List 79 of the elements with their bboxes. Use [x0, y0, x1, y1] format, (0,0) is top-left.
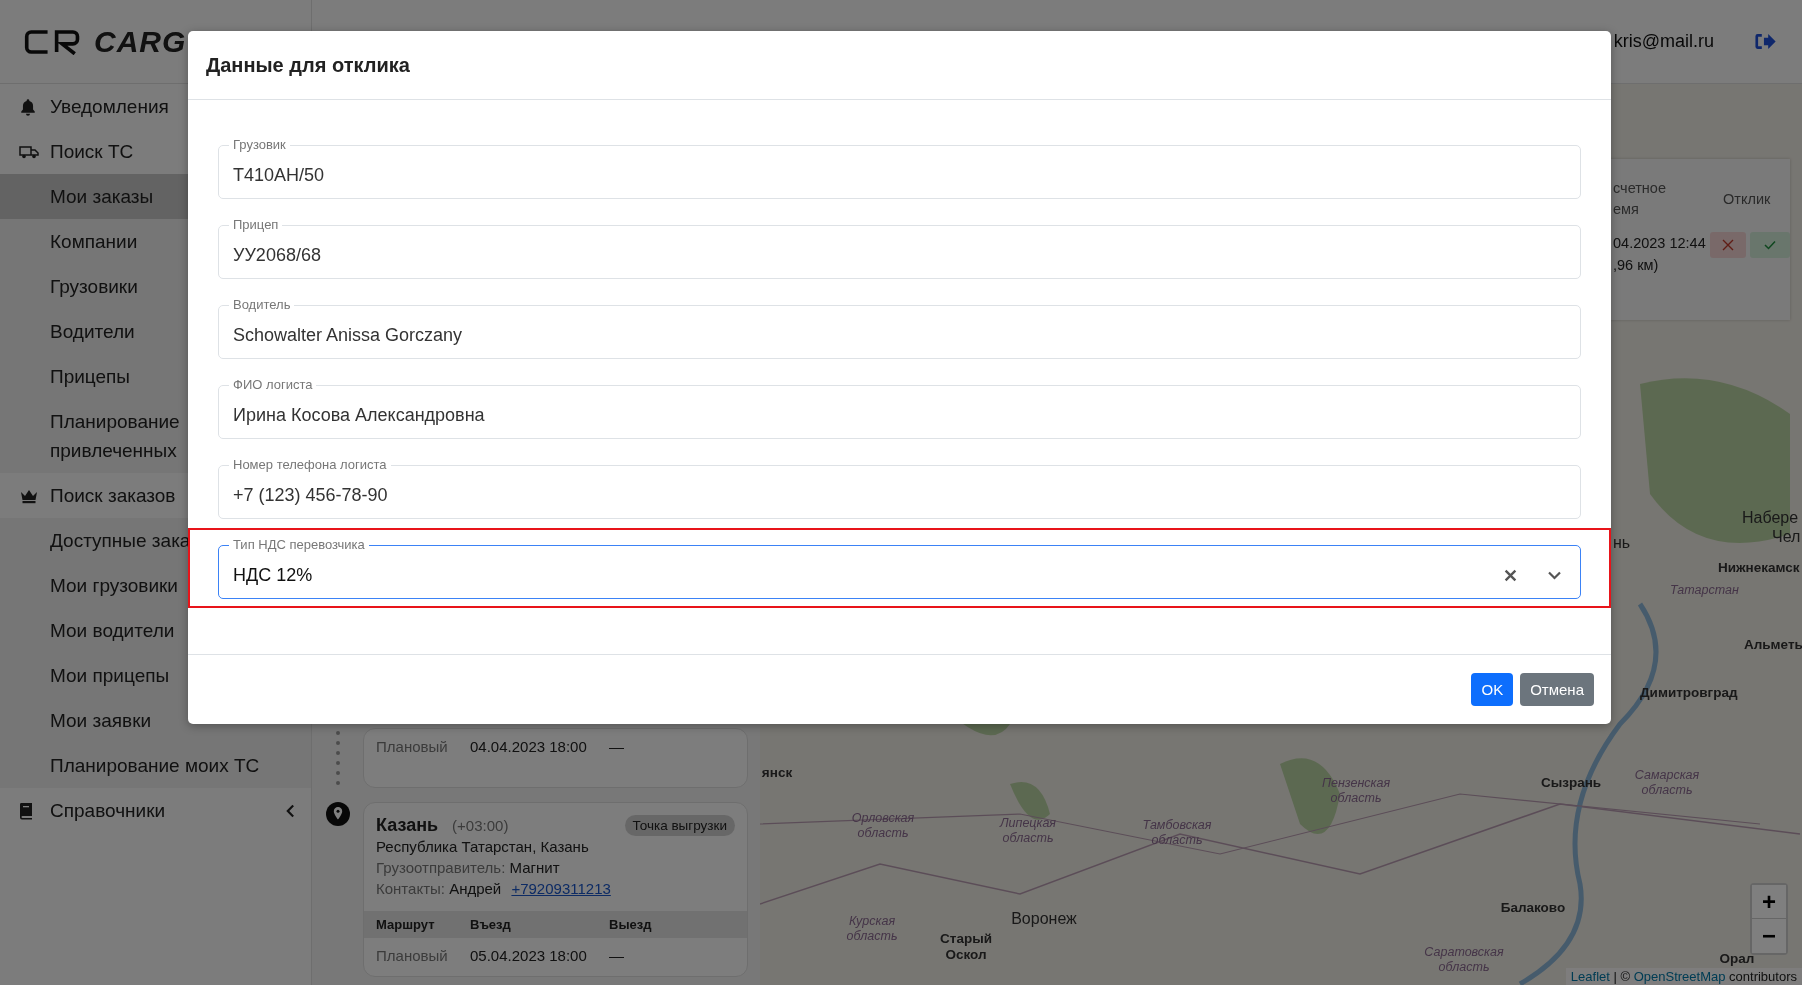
table-cell-text: Плановый [376, 947, 449, 964]
map-label: Балаково [1500, 900, 1566, 916]
chevron-left-icon [286, 804, 295, 817]
field-label: Прицеп [232, 217, 280, 233]
table-cell-text: 05.04.2023 18:00 [470, 947, 588, 964]
cancel-button[interactable]: Отмена [1520, 673, 1594, 706]
sidebar-item[interactable]: Планирование моих ТС [0, 743, 311, 788]
select-field[interactable]: Тип НДС перевозчика НДС 12% [218, 537, 1581, 599]
map-label: Тамбовская область [1142, 818, 1212, 848]
map-attribution: Leaflet | © OpenStreetMap contributors [1565, 968, 1802, 985]
user-email: kris@mail.ru [1613, 31, 1714, 52]
input-field[interactable]: Водитель Schowalter Anissa Gorczany [218, 297, 1581, 359]
timeline-dots [334, 728, 341, 788]
table-cell-text: 04.04.2023 18:00 [470, 738, 588, 755]
map-label: нь [1613, 534, 1631, 552]
map-label: янск [761, 765, 793, 781]
column-header: Выезд [609, 917, 652, 932]
map-label: Орал [1719, 951, 1755, 967]
stop-type-badge: Точка выгрузки [624, 815, 735, 836]
table-cell-text: 04.2023 12:44 ,96 км) [1613, 234, 1707, 275]
phone-link[interactable]: +79209311213 [511, 880, 611, 897]
map-label: Липецкая область [1000, 816, 1056, 846]
bell-icon [19, 97, 37, 116]
check-icon [1764, 240, 1776, 250]
chevron-down-icon[interactable] [1547, 571, 1562, 580]
map-label: Воронеж [1011, 910, 1077, 928]
input-field[interactable]: ФИО логиста Ирина Косова Александровна [218, 377, 1581, 439]
reject-button[interactable] [1710, 232, 1746, 258]
map-label: Саратовская область [1424, 945, 1504, 975]
forest-area [1010, 782, 1050, 820]
map-label: Димитровград [1640, 685, 1738, 701]
table-cell: — [609, 947, 624, 964]
table-cell: — [609, 738, 624, 755]
close-icon [1722, 239, 1734, 251]
map-label: Альметь [1744, 637, 1802, 653]
logout-icon[interactable] [1754, 33, 1776, 50]
contact-name: Андрей [449, 880, 502, 897]
map-pin-icon [325, 802, 350, 826]
logo-icon [24, 28, 82, 55]
field-label: Тип НДС перевозчика [232, 537, 366, 553]
openstreetmap-link[interactable]: OpenStreetMap [1633, 969, 1726, 984]
sidebar-item[interactable]: Уведомления [0, 84, 311, 129]
column-header: Въезд [470, 917, 512, 932]
clear-icon[interactable] [1504, 569, 1517, 582]
map-label: Набере [1742, 509, 1799, 527]
field-label: Водитель [232, 297, 292, 313]
column-header: Отклик [1723, 189, 1771, 209]
map-label: Самарская область [1634, 768, 1700, 798]
map-label: Сызрань [1540, 775, 1602, 791]
column-header: Маршрут [376, 917, 436, 932]
truck-icon [19, 144, 39, 159]
map-label: Нижнекамск [1718, 560, 1800, 576]
contacts-label: Контакты: [376, 880, 445, 897]
map-label: Пензенская область [1321, 776, 1391, 806]
zoom-in-button[interactable]: + [1752, 885, 1786, 919]
table-cell-text: Плановый [376, 738, 449, 755]
map-label: Курская область [846, 914, 898, 944]
input-field[interactable]: Грузовик Т410АН/50 [218, 137, 1581, 199]
leaflet-link[interactable]: Leaflet [1570, 969, 1610, 984]
address-text: Республика Татарстан, Казань [375, 837, 590, 857]
column-header: счетное емя [1613, 179, 1667, 219]
map-label: Чел [1772, 528, 1801, 546]
map-label: Орловская область [851, 811, 915, 841]
sidebar-item[interactable]: Справочники [0, 788, 311, 833]
map-label: Татарстан [1670, 582, 1739, 598]
logo-text: CARG [94, 24, 187, 59]
field-label: Грузовик [232, 137, 287, 153]
input-field[interactable]: Номер телефона логиста +7 (123) 456-78-90 [218, 457, 1581, 519]
city-name: Казань [376, 815, 439, 836]
shipper-label: Грузоотправитель: [376, 859, 506, 876]
book-icon [19, 801, 33, 820]
shipper-name: Магнит [509, 859, 560, 876]
input-field[interactable]: Прицеп УУ2068/68 [218, 217, 1581, 279]
dialog-title: Данные для отклика [206, 53, 410, 77]
map-label: Старый Оскол [940, 931, 992, 963]
field-label: Номер телефона логиста [232, 457, 388, 473]
field-label: ФИО логиста [232, 377, 314, 393]
ok-button[interactable]: OK [1471, 673, 1514, 706]
timezone-text: (+03:00) [452, 817, 509, 834]
